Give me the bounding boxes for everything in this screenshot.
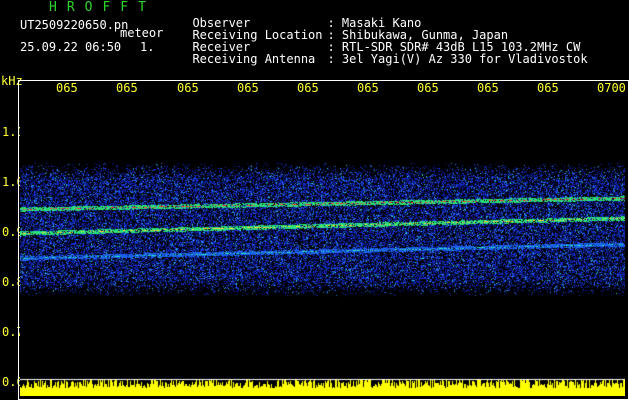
x-tick: 065 — [537, 81, 559, 95]
antenna-value: : 3el Yagi(V) Az 330 for Vladivostok — [327, 52, 588, 66]
x-tick: 065 — [56, 81, 78, 95]
counter: 1. — [140, 40, 155, 54]
mode-label: meteor — [120, 26, 164, 40]
date-time: 25.09.22 06:50 — [20, 40, 122, 54]
x-tick: 0700 — [597, 81, 626, 95]
x-tick: 065 — [237, 81, 259, 95]
program-title: HROFFT — [49, 0, 156, 15]
x-tick: 065 — [477, 81, 499, 95]
antenna-row: Receiving Antenna : 3el Yagi(V) Az 330 fo… — [178, 41, 588, 66]
x-tick: 065 — [357, 81, 379, 95]
y-axis-unit: kHz — [1, 74, 23, 88]
antenna-label: Receiving Antenna — [192, 52, 316, 66]
x-tick: 065 — [297, 81, 319, 95]
x-tick: 065 — [417, 81, 439, 95]
x-tick: 065 — [177, 81, 199, 95]
file-name: UT2509220650.pn — [20, 18, 129, 32]
x-tick: 065 — [116, 81, 138, 95]
spectrogram-canvas — [20, 96, 625, 396]
